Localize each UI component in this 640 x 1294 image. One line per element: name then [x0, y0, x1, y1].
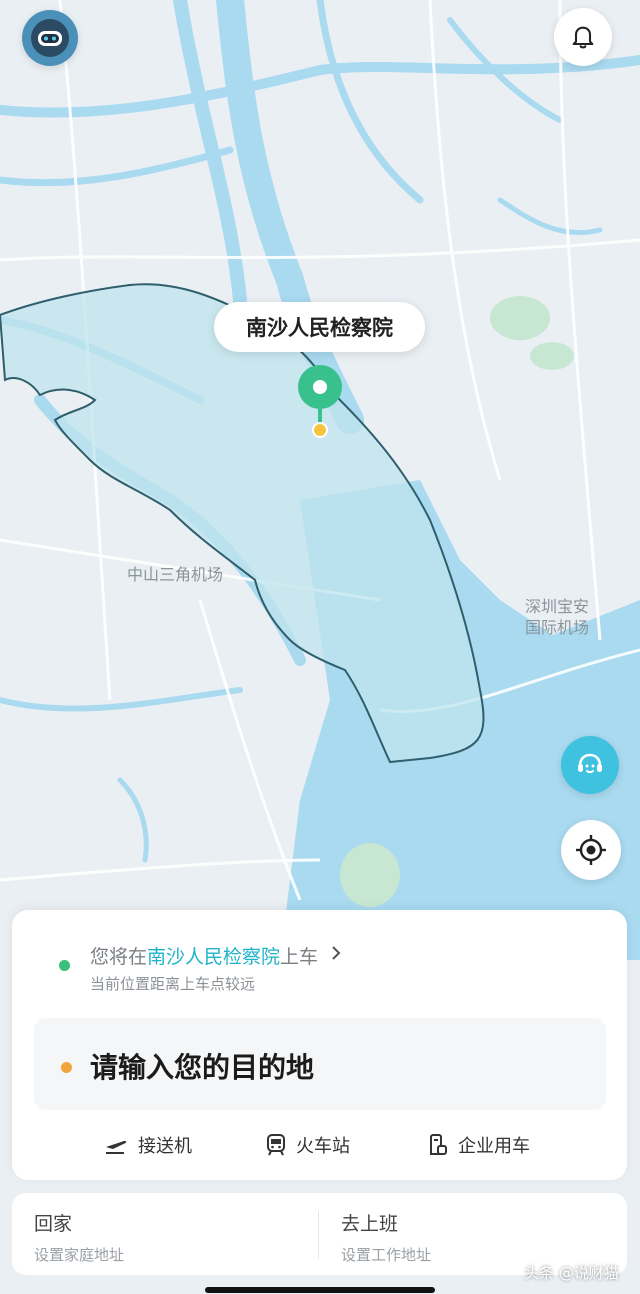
home-subtitle: 设置家庭地址 — [34, 1246, 125, 1264]
robot-avatar-button[interactable] — [22, 10, 78, 66]
company-car-icon — [430, 1134, 447, 1155]
destination-input[interactable]: 请输入您的目的地 — [90, 1046, 314, 1086]
pickup-hint: 当前位置距离上车点较远 — [90, 975, 256, 993]
pickup-dot-icon — [59, 960, 70, 971]
customer-service-button[interactable] — [561, 736, 619, 794]
home-indicator[interactable] — [205, 1287, 435, 1293]
quick-train-label: 火车站 — [296, 1136, 350, 1157]
pickup-row[interactable]: 您将在 南沙人民检察院 上车 — [90, 942, 342, 969]
customer-service-icon — [578, 753, 602, 774]
airport-label-shenzhen-line1: 深圳宝安 — [524, 597, 589, 616]
robot-avatar-icon — [31, 19, 69, 57]
destination-input-box[interactable]: 请输入您的目的地 — [34, 1018, 606, 1110]
train-icon — [267, 1134, 285, 1156]
airport-label-zhongshan: 中山三角机场 — [127, 565, 224, 584]
airport-label-shenzhen: 深圳宝安 国际机场 — [516, 596, 598, 638]
pickup-place-link[interactable]: 南沙人民检察院 — [147, 942, 280, 969]
pickup-prefix: 您将在 — [90, 946, 148, 968]
locate-button[interactable] — [561, 820, 621, 880]
pickup-place-label[interactable]: 南沙人民检察院 — [214, 302, 425, 352]
airport-label-shenzhen-line2: 国际机场 — [524, 618, 589, 637]
quick-airport-label: 接送机 — [138, 1136, 192, 1157]
home-address-button[interactable]: 回家 设置家庭地址 — [34, 1209, 124, 1265]
home-title: 回家 — [34, 1213, 73, 1235]
watermark: 头条 @说财猫 — [524, 1264, 619, 1282]
work-title: 去上班 — [341, 1213, 399, 1235]
locate-icon — [576, 835, 606, 865]
destination-dot-icon — [61, 1062, 72, 1073]
work-address-button[interactable]: 去上班 设置工作地址 — [341, 1209, 431, 1265]
chevron-right-icon — [330, 945, 342, 966]
quick-company-car-label: 企业用车 — [458, 1136, 530, 1157]
quick-company-car-button[interactable]: 企业用车 — [428, 1132, 530, 1158]
notifications-button[interactable] — [554, 8, 612, 66]
map-pin-icon — [298, 365, 342, 438]
quick-airport-button[interactable]: 接送机 — [104, 1132, 192, 1158]
trip-card: 您将在 南沙人民检察院 上车 当前位置距离上车点较远 请输入您的目的地 接送机 … — [12, 910, 627, 1180]
quick-train-button[interactable]: 火车站 — [266, 1132, 350, 1158]
bell-icon — [572, 26, 594, 49]
work-subtitle: 设置工作地址 — [341, 1246, 432, 1264]
pickup-suffix: 上车 — [280, 946, 319, 968]
divider — [318, 1211, 319, 1259]
airplane-icon — [106, 1140, 127, 1154]
